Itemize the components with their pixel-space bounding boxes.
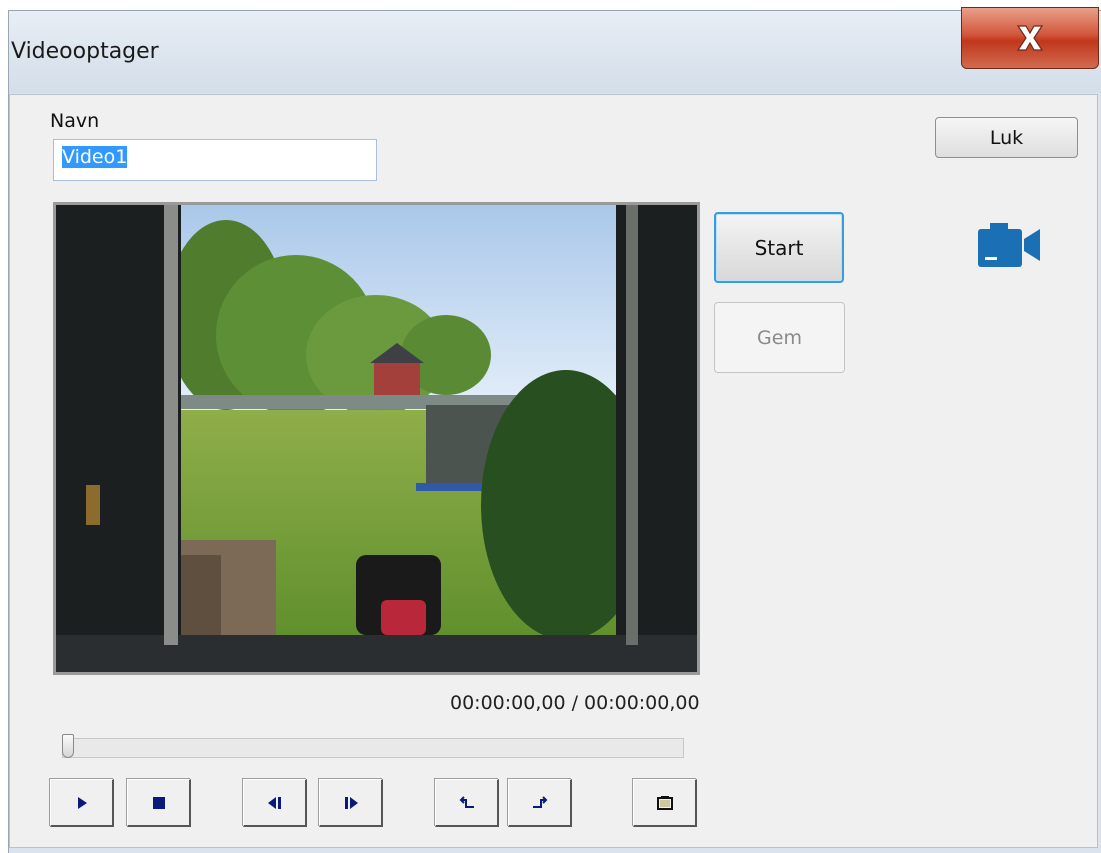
start-button[interactable]: Start — [714, 212, 844, 283]
step-back-icon — [267, 796, 281, 809]
window-close-button[interactable] — [961, 7, 1099, 69]
title-bar[interactable]: Videooptager — [9, 7, 1101, 93]
stop-button[interactable] — [127, 779, 191, 827]
name-label: Navn — [50, 110, 100, 132]
snapshot-icon — [656, 795, 673, 810]
video-recorder-window: Videooptager Navn Video1 Luk Start Gem 0… — [8, 7, 1101, 853]
mark-in-icon — [459, 795, 474, 808]
step-back-button[interactable] — [243, 779, 307, 827]
play-icon — [77, 796, 87, 809]
video-preview — [53, 202, 700, 675]
step-forward-button[interactable] — [319, 779, 383, 827]
name-input-value: Video1 — [62, 146, 128, 168]
timecode-display: 00:00:00,00 / 00:00:00,00 — [450, 692, 700, 714]
seek-slider-track[interactable] — [62, 738, 684, 758]
seek-slider-thumb[interactable] — [62, 734, 74, 758]
close-icon — [1016, 25, 1044, 51]
name-input[interactable]: Video1 — [53, 139, 377, 181]
dialog-body: Navn Video1 Luk Start Gem 00:00:00,00 / … — [9, 94, 1098, 848]
play-button[interactable] — [50, 779, 114, 827]
save-button[interactable]: Gem — [714, 302, 845, 373]
mark-in-button[interactable] — [435, 779, 499, 827]
snapshot-button[interactable] — [633, 779, 697, 827]
mark-out-icon — [532, 795, 547, 808]
close-button[interactable]: Luk — [935, 117, 1078, 158]
video-camera-icon — [978, 223, 1040, 267]
window-title: Videooptager — [11, 39, 159, 64]
mark-out-button[interactable] — [508, 779, 572, 827]
video-frame-image — [56, 205, 697, 672]
step-forward-icon — [344, 796, 358, 809]
stop-icon — [152, 796, 165, 809]
